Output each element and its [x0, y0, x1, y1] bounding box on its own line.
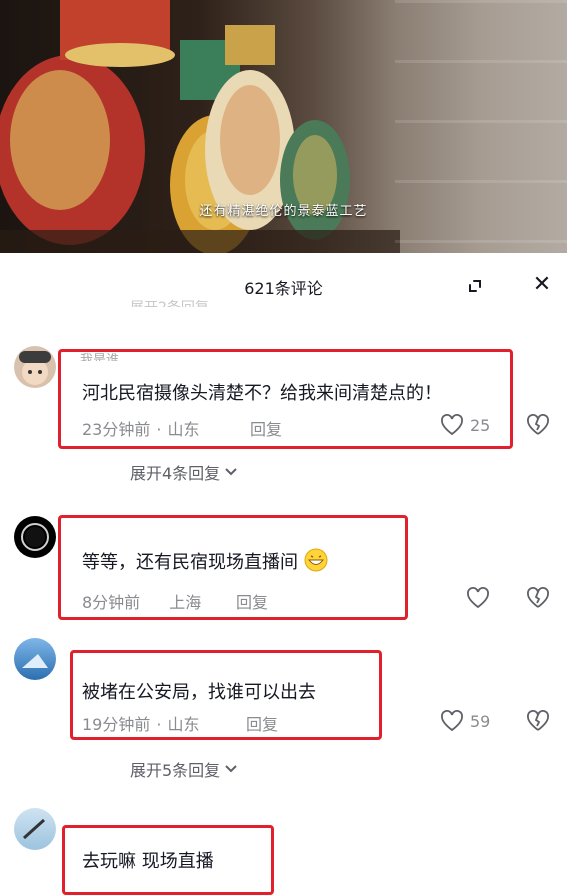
expand-replies-label: 展开4条回复: [130, 464, 221, 483]
expand-icon[interactable]: [464, 275, 486, 297]
broken-heart-icon: [527, 710, 549, 731]
avatar[interactable]: [14, 346, 56, 388]
comment-text: 河北民宿摄像头清楚不？给我来间清楚点的！: [82, 383, 442, 404]
chevron-down-icon: [225, 468, 237, 476]
dislike-button[interactable]: [526, 710, 550, 734]
broken-heart-icon: [527, 414, 549, 435]
heart-icon: [441, 710, 463, 732]
comment-time: 23分钟前: [82, 420, 151, 439]
comment-time: 19分钟前: [82, 715, 151, 734]
like-count: 25: [470, 415, 491, 435]
dislike-button[interactable]: [526, 587, 550, 611]
broken-heart-icon: [527, 587, 549, 608]
reply-button[interactable]: 回复: [236, 589, 268, 613]
comment-text-content: 等等，还有民宿现场直播间: [82, 552, 298, 573]
close-icon[interactable]: ✕: [530, 273, 554, 297]
comment-location: 山东: [167, 420, 200, 439]
comment-time: 8分钟前: [82, 593, 141, 612]
reply-button[interactable]: 回复: [250, 416, 282, 440]
expand-replies-label: 展开5条回复: [130, 761, 221, 780]
comment-text: 等等，还有民宿现场直播间: [82, 548, 328, 574]
video-caption: 还有精湛绝伦的景泰蓝工艺: [199, 204, 368, 219]
comment-location: 山东: [167, 715, 200, 734]
avatar[interactable]: [14, 808, 56, 850]
comment-text: 去玩嘛 现场直播: [82, 851, 214, 872]
avatar[interactable]: [14, 516, 56, 558]
comment-meta: 23分钟前 · 山东: [82, 420, 200, 439]
like-button[interactable]: 59: [440, 710, 490, 732]
expand-replies[interactable]: 展开5条回复: [130, 757, 238, 781]
like-button[interactable]: [466, 587, 490, 609]
heart-icon: [467, 587, 489, 609]
grin-emoji-icon: [304, 548, 328, 572]
heart-icon: [441, 414, 463, 436]
comment-text: 被堵在公安局，找谁可以出去: [82, 682, 316, 703]
like-button[interactable]: 25: [440, 414, 490, 436]
avatar[interactable]: [14, 638, 56, 680]
chevron-down-icon: [225, 765, 237, 773]
reply-button[interactable]: 回复: [246, 711, 278, 735]
comment-location: 上海: [169, 593, 202, 612]
dislike-button[interactable]: [526, 414, 550, 438]
comments-sheet: 621条评论 ✕ 展开2条回复 我是谁 河北民宿摄像头清楚不？给我来间清楚点的！…: [0, 253, 567, 895]
previous-expand-replies[interactable]: 展开2条回复: [130, 297, 209, 307]
like-count: 59: [470, 711, 491, 731]
comment-meta: 8分钟前 上海: [82, 589, 201, 613]
comment-meta: 19分钟前 · 山东: [82, 715, 200, 734]
expand-replies[interactable]: 展开4条回复: [130, 460, 238, 484]
video-player[interactable]: 还有精湛绝伦的景泰蓝工艺: [0, 0, 567, 253]
